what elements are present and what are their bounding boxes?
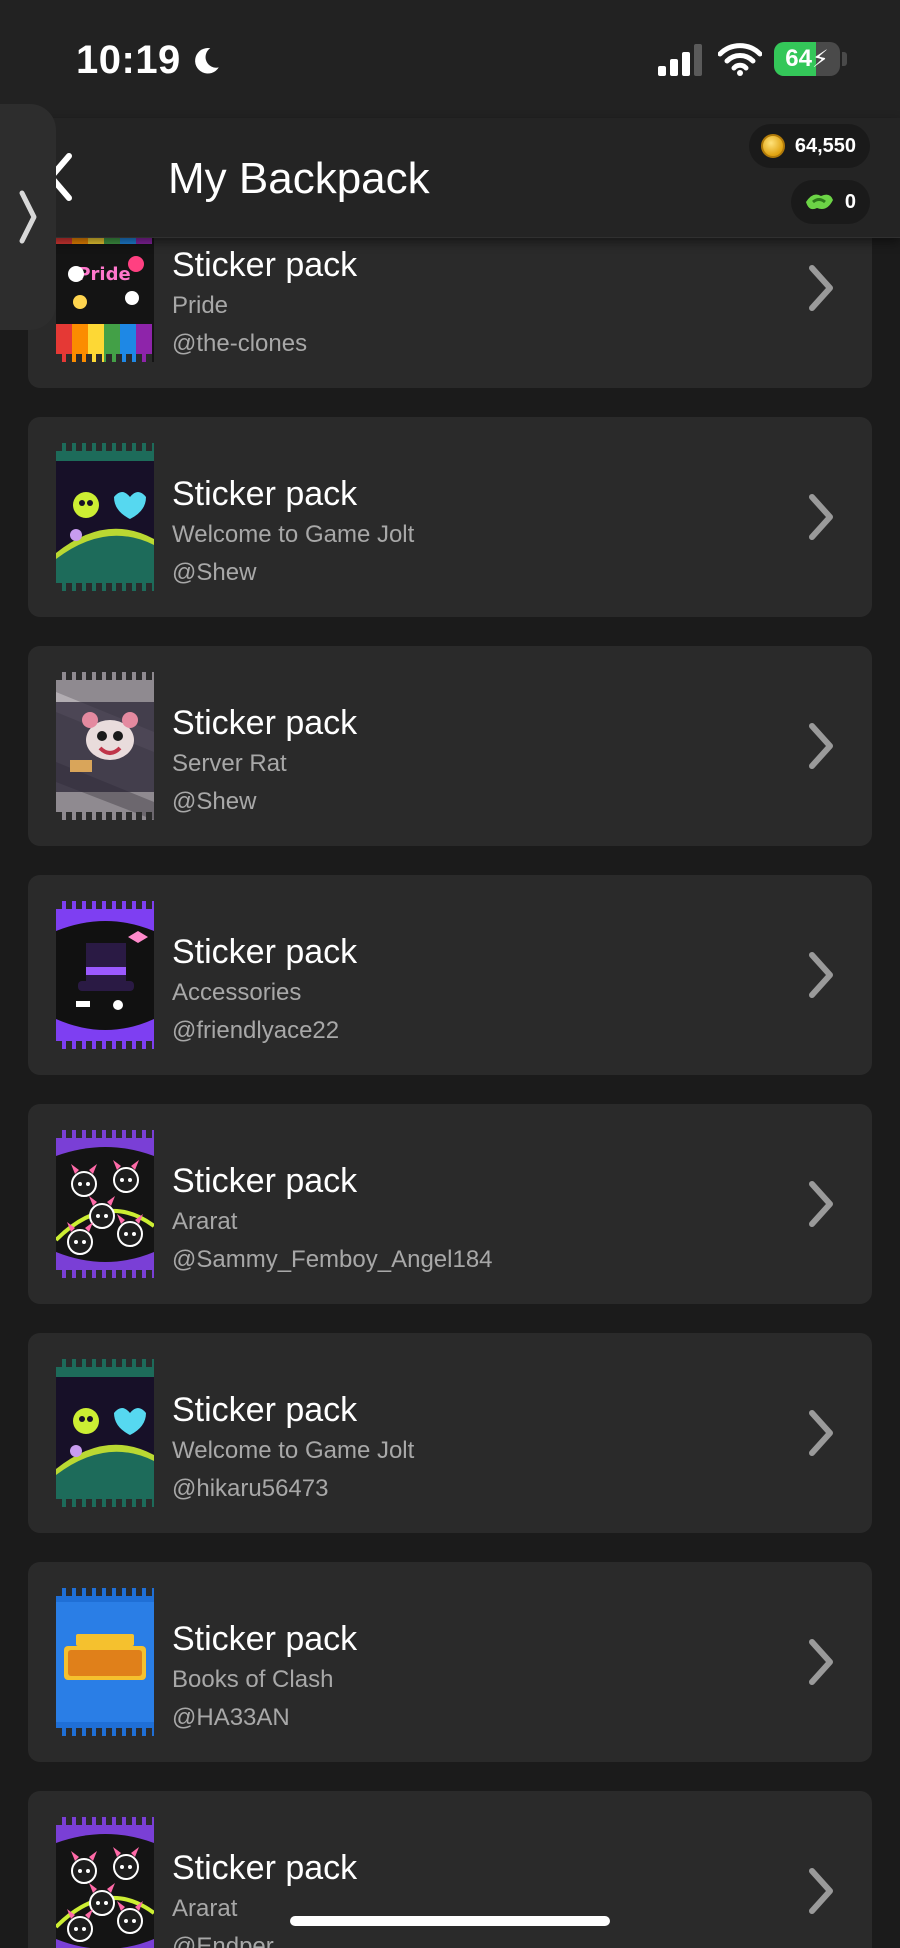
- joltbux-icon: [805, 194, 833, 210]
- sticker-pack-art: [56, 672, 154, 820]
- sticker-pack-art: [56, 1817, 154, 1948]
- chevron-right-icon: [809, 1410, 833, 1456]
- page-title: My Backpack: [168, 154, 430, 203]
- sticker-pack-owner: @Shew: [172, 559, 257, 586]
- sticker-pack-owner: @Sammy_Femboy_Angel184: [172, 1246, 493, 1273]
- sticker-pack-art: [56, 901, 154, 1049]
- sticker-pack-name: Server Rat: [172, 750, 287, 777]
- joltbux-balance[interactable]: 0: [790, 180, 870, 224]
- chevron-right-icon: [809, 1868, 833, 1914]
- sticker-pack-owner: @friendlyace22: [172, 1017, 340, 1044]
- sticker-pack-name: Welcome to Game Jolt: [172, 521, 415, 548]
- chevron-right-icon: [809, 1181, 833, 1227]
- sticker-pack-name: Ararat: [172, 1208, 238, 1235]
- battery-indicator: 64 ⚡: [774, 42, 840, 76]
- sticker-pack-title: Sticker pack: [172, 933, 358, 971]
- sticker-pack-art: [56, 1588, 154, 1736]
- chevron-right-icon: [809, 1639, 833, 1685]
- status-time: 10:19: [76, 38, 181, 82]
- sticker-pack-owner: @hikaru56473: [172, 1475, 329, 1502]
- sticker-pack-item[interactable]: Sticker pack Accessories @friendlyace22: [28, 875, 872, 1075]
- sticker-pack-item[interactable]: Sticker pack Welcome to Game Jolt @hikaru5…: [28, 1333, 872, 1533]
- home-indicator: [290, 1916, 610, 1926]
- moon-icon: [194, 47, 219, 74]
- status-bar: 10:19 64 ⚡: [0, 0, 900, 118]
- chevron-right-icon: [809, 952, 833, 998]
- sticker-pack-title: Sticker pack: [172, 246, 358, 284]
- joltbux-amount: 0: [844, 190, 856, 213]
- chevron-right-icon: [19, 190, 37, 244]
- sticker-pack-art: [56, 443, 154, 591]
- sticker-pack-title: Sticker pack: [172, 704, 358, 742]
- sticker-pack-owner: @HA33AN: [172, 1704, 290, 1731]
- sticker-pack-name: Accessories: [172, 979, 302, 1006]
- sticker-pack-title: Sticker pack: [172, 1849, 358, 1887]
- sticker-pack-art: [56, 1130, 154, 1278]
- svg-text:Pride: Pride: [77, 264, 130, 285]
- coins-balance[interactable]: 64,550: [748, 124, 870, 168]
- sticker-pack-owner: @Endper: [172, 1933, 274, 1948]
- sticker-pack-title: Sticker pack: [172, 1391, 358, 1429]
- battery-level-text: 64 ⚡: [785, 45, 829, 73]
- chevron-right-icon: [809, 723, 833, 769]
- sticker-pack-title: Sticker pack: [172, 475, 358, 513]
- status-clock: 10:19: [76, 38, 223, 83]
- sticker-pack-item[interactable]: Sticker pack Books of Clash @HA33AN: [28, 1562, 872, 1762]
- chevron-right-icon: [809, 265, 833, 311]
- charging-bolt-icon: ⚡: [811, 45, 829, 73]
- sticker-pack-name: Pride: [172, 292, 229, 319]
- sticker-pack-item[interactable]: Sticker pack Server Rat @Shew: [28, 646, 872, 846]
- sticker-pack-item[interactable]: Sticker pack Ararat @Sammy_Femboy_Angel184: [28, 1104, 872, 1304]
- coin-icon: [760, 134, 785, 158]
- chevron-right-icon: [809, 494, 833, 540]
- sticker-pack-name: Books of Clash: [172, 1666, 334, 1693]
- coins-amount: 64,550: [794, 134, 856, 157]
- sticker-pack-title: Sticker pack: [172, 1620, 358, 1658]
- sticker-pack-owner: @the-clones: [172, 330, 308, 357]
- sticker-pack-name: Ararat: [172, 1895, 238, 1922]
- sidebar-toggle-tab[interactable]: [0, 104, 56, 330]
- sticker-pack-owner: @Shew: [172, 788, 257, 815]
- app-header: My Backpack 64,550 0: [0, 118, 900, 238]
- cellular-signal-icon: [658, 44, 702, 76]
- sticker-pack-title: Sticker pack: [172, 1162, 358, 1200]
- sticker-pack-item[interactable]: Sticker pack Welcome to Game Jolt @Shew: [28, 417, 872, 617]
- sticker-pack-name: Welcome to Game Jolt: [172, 1437, 415, 1464]
- sticker-pack-art: [56, 1359, 154, 1507]
- battery-cap: [842, 52, 847, 66]
- wifi-icon: [718, 43, 762, 76]
